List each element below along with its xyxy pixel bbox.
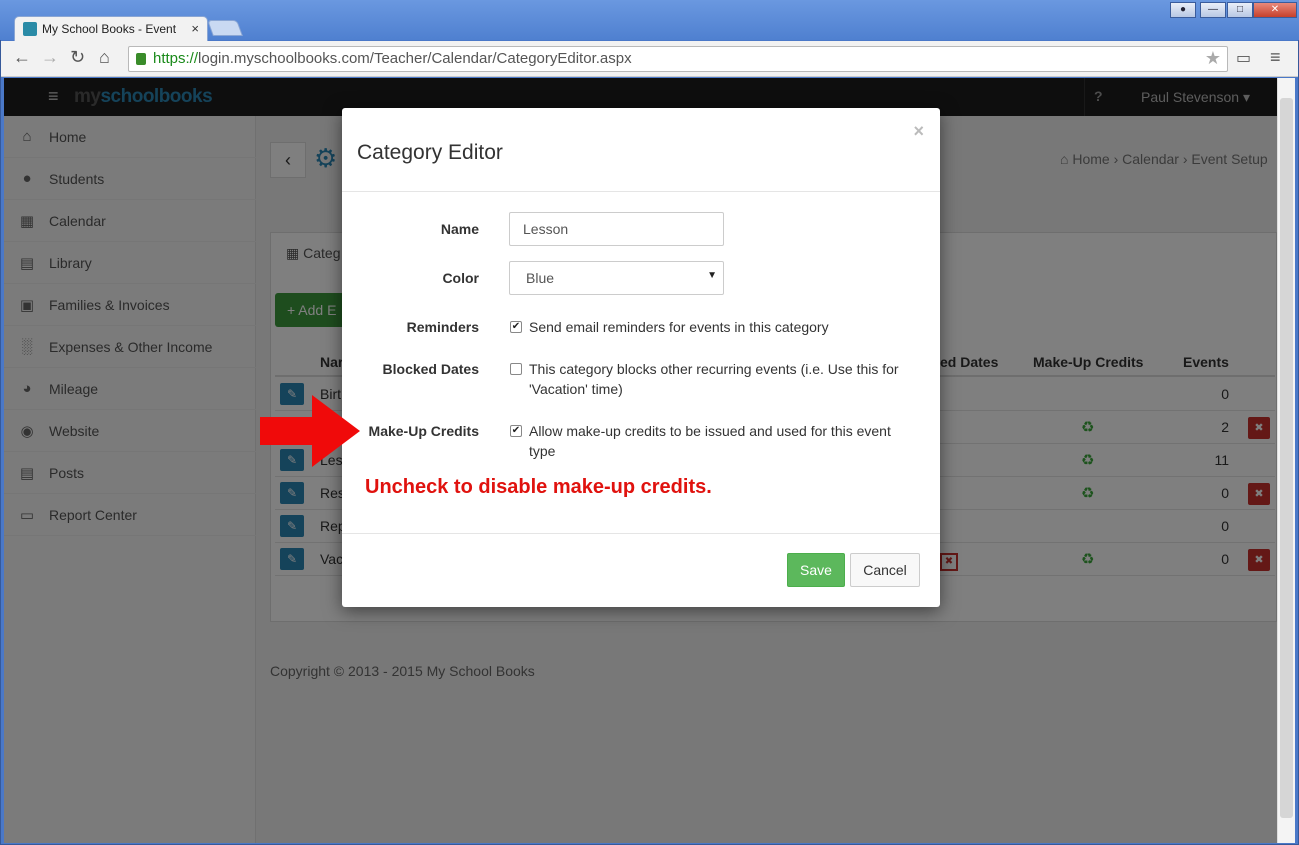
minimize-button[interactable]: —: [1200, 2, 1226, 18]
makeup-credits-label: Make-Up Credits: [368, 423, 479, 439]
tab-title: My School Books - Event: [42, 22, 177, 36]
color-label: Color: [442, 270, 479, 286]
makeup-credits-text: Allow make-up credits to be issued and u…: [529, 423, 891, 459]
dialog-footer-divider: [342, 533, 940, 534]
lock-icon: [136, 53, 146, 65]
menu-icon[interactable]: ≡: [1270, 47, 1281, 68]
annotation-text: Uncheck to disable make-up credits.: [365, 476, 712, 498]
home-browser-icon[interactable]: ⌂: [99, 47, 110, 68]
red-arrow-icon: [260, 395, 360, 467]
forward-arrow-icon[interactable]: →: [41, 47, 59, 68]
makeup-credits-checkbox[interactable]: ✔: [510, 425, 522, 437]
save-button[interactable]: Save: [787, 553, 845, 587]
color-value: Blue: [526, 270, 555, 286]
url-protocol: https://: [153, 50, 199, 67]
caret-down-icon: ▼: [707, 270, 717, 281]
reminders-checkbox[interactable]: ✔: [510, 321, 522, 333]
address-bar[interactable]: https://login.myschoolbooks.com/Teacher/…: [128, 46, 1228, 72]
bookmark-star-icon[interactable]: ★: [1205, 48, 1221, 69]
reload-icon[interactable]: ↻: [70, 47, 85, 68]
favicon-icon: [23, 22, 37, 36]
maximize-button[interactable]: □: [1227, 2, 1253, 18]
name-field[interactable]: Lesson: [509, 212, 724, 246]
cast-icon[interactable]: ▭: [1236, 48, 1251, 68]
category-editor-dialog: Category Editor × Name Lesson Color Blue…: [342, 108, 940, 607]
new-tab-button[interactable]: [207, 20, 243, 36]
tab-close-icon[interactable]: ×: [191, 21, 199, 36]
scrollbar-thumb[interactable]: [1280, 98, 1293, 818]
reminders-text: Send email reminders for events in this …: [529, 319, 829, 335]
browser-tab[interactable]: My School Books - Event ×: [14, 16, 208, 41]
blocked-dates-checkbox[interactable]: [510, 363, 522, 375]
blocked-dates-label: Blocked Dates: [382, 361, 479, 377]
reminders-label: Reminders: [406, 319, 479, 335]
window-close-button[interactable]: ✕: [1253, 2, 1297, 18]
cancel-button[interactable]: Cancel: [850, 553, 920, 587]
dialog-header-divider: [342, 191, 940, 192]
color-select[interactable]: Blue ▼: [509, 261, 724, 295]
blocked-dates-text: This category blocks other recurring eve…: [529, 361, 899, 397]
name-label: Name: [440, 221, 479, 237]
dialog-title: Category Editor: [357, 141, 503, 164]
user-switch-button[interactable]: ●: [1170, 2, 1196, 18]
scrollbar[interactable]: [1277, 78, 1295, 843]
close-icon[interactable]: ×: [913, 121, 924, 142]
back-arrow-icon[interactable]: ←: [13, 47, 31, 68]
url-path: login.myschoolbooks.com/Teacher/Calendar…: [198, 50, 632, 67]
